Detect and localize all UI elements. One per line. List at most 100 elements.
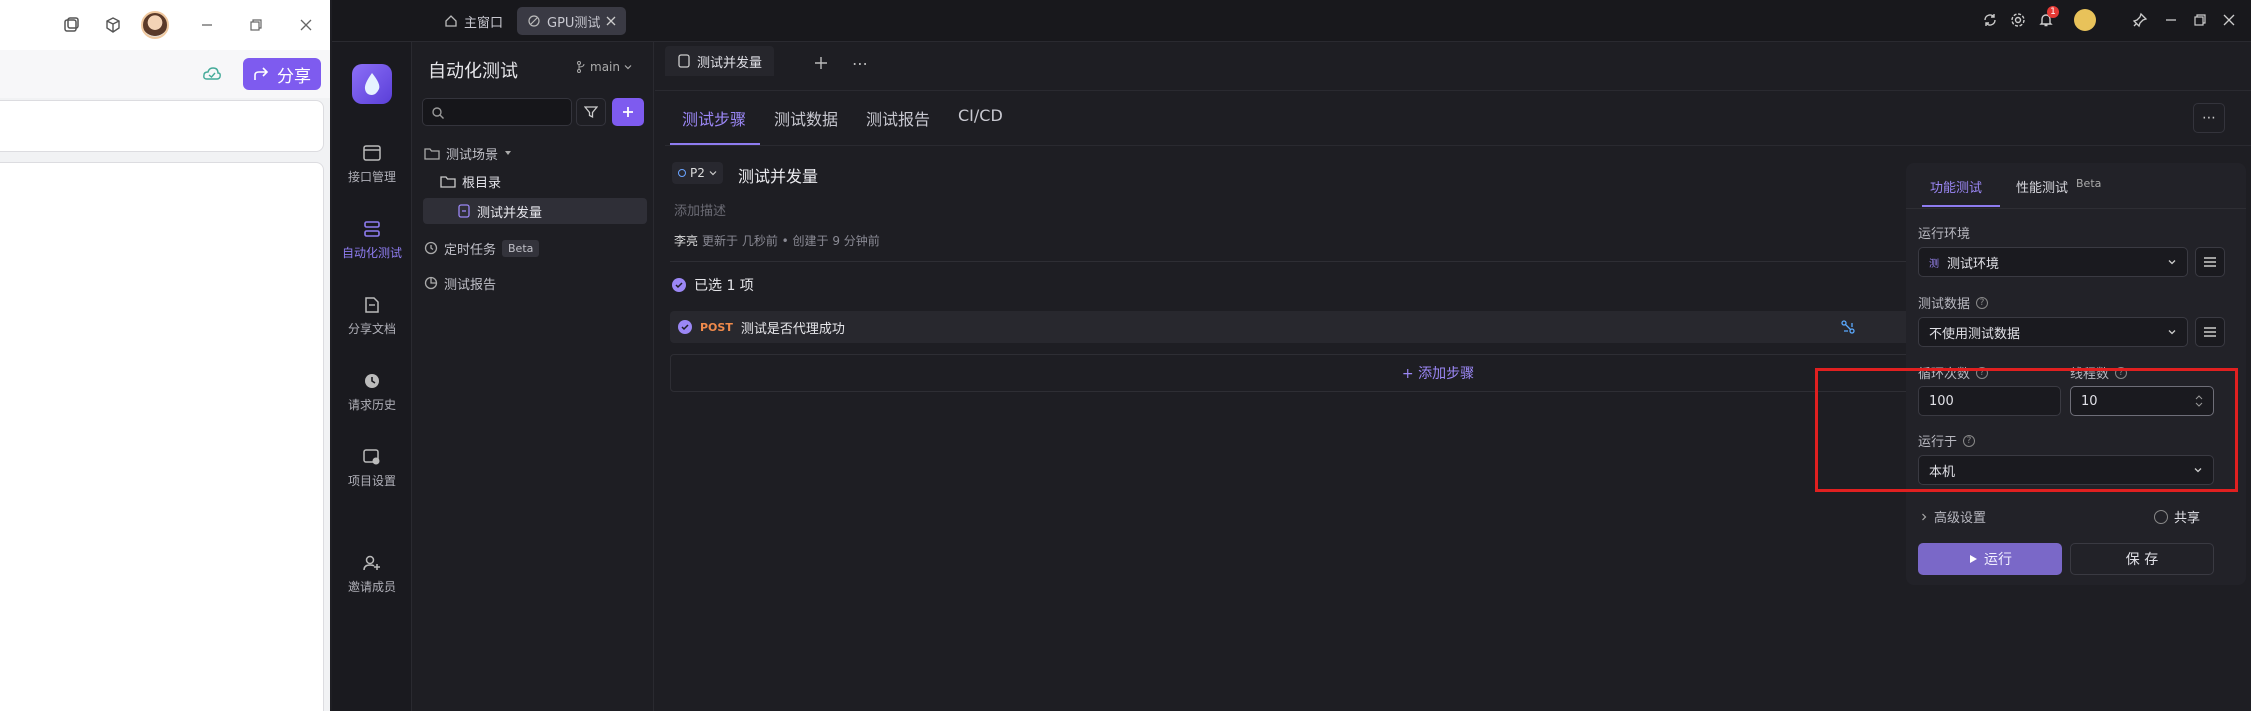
step-link-icon[interactable] xyxy=(1840,319,1856,335)
avatar[interactable] xyxy=(2074,9,2096,31)
search-input[interactable] xyxy=(422,98,572,126)
share-button[interactable]: 分享 xyxy=(243,58,321,90)
tree-panel: 自动化测试 main 测试场景 根目录 测试并发量 定时任务 Beta 测试报告 xyxy=(414,42,654,711)
env-label-text: 运行环境 xyxy=(1918,227,1971,242)
data-value: 不使用测试数据 xyxy=(1929,326,2021,342)
description-input[interactable]: 添加描述 xyxy=(674,200,726,219)
cloud-check-icon[interactable] xyxy=(199,61,225,87)
scenario-icon xyxy=(458,204,470,218)
clock-icon xyxy=(424,241,438,255)
automation-icon xyxy=(364,220,380,237)
filter-button[interactable] xyxy=(576,98,606,126)
radio-circle[interactable] xyxy=(2154,509,2168,524)
branch-label: main xyxy=(590,60,620,74)
sidebar-item-history[interactable]: 请求历史 xyxy=(332,360,412,424)
sidebar-item-automation[interactable]: 自动化测试 xyxy=(332,208,412,272)
tab-report[interactable]: 测试报告 xyxy=(866,106,930,130)
share-label: 分享 xyxy=(277,66,311,87)
pin-icon[interactable] xyxy=(2132,12,2148,28)
sidebar-nav: 接口管理 自动化测试 分享文档 请求历史 项目设置 邀请成员 xyxy=(332,42,412,711)
more-options-button[interactable]: ⋯ xyxy=(2193,103,2225,133)
check-icon[interactable] xyxy=(678,320,692,334)
env-menu-button[interactable] xyxy=(2195,247,2225,277)
close-icon[interactable] xyxy=(2222,13,2236,27)
tree-item-scenes[interactable]: 测试场景 xyxy=(424,140,644,166)
pie-chart-icon xyxy=(424,276,438,290)
env-select[interactable]: 测 测试环境 xyxy=(1918,247,2188,277)
branch-selector[interactable]: main xyxy=(576,60,632,74)
tab-data[interactable]: 测试数据 xyxy=(774,106,838,130)
http-method-badge: POST xyxy=(700,320,733,334)
gear-icon[interactable] xyxy=(2010,12,2026,28)
tree-item-label: 测试场景 xyxy=(446,147,499,163)
save-button[interactable]: 保 存 xyxy=(2070,543,2214,575)
tabs-icon[interactable] xyxy=(58,12,84,38)
tab-home[interactable]: 主窗口 xyxy=(434,7,513,35)
minimize-icon[interactable] xyxy=(2164,13,2178,27)
tab-home-label: 主窗口 xyxy=(464,15,504,31)
sidebar-item-label: 项目设置 xyxy=(347,473,396,488)
selected-count: 已选 1 项 xyxy=(694,278,754,294)
cube-icon[interactable] xyxy=(100,12,126,38)
beta-badge: Beta xyxy=(2076,177,2102,190)
scenario-name[interactable]: 测试并发量 xyxy=(738,163,818,187)
data-menu-button[interactable] xyxy=(2195,317,2225,347)
close-icon[interactable] xyxy=(606,16,616,26)
tab-steps[interactable]: 测试步骤 xyxy=(682,106,746,130)
tree-item-root[interactable]: 根目录 xyxy=(440,168,640,194)
browser-window: 分享 xyxy=(0,0,330,711)
restore-icon[interactable] xyxy=(2193,13,2207,27)
add-button[interactable] xyxy=(612,98,644,126)
sidebar-item-share-docs[interactable]: 分享文档 xyxy=(332,284,412,348)
plus-icon xyxy=(623,107,633,117)
doc-tab[interactable]: 测试并发量 xyxy=(665,46,775,76)
sidebar-item-label: 接口管理 xyxy=(347,169,396,184)
share-checkbox[interactable]: 共享 xyxy=(2154,507,2200,526)
tab-gpu-test[interactable]: GPU测试 xyxy=(517,7,627,35)
doc-icon xyxy=(365,296,379,313)
sidebar-item-api[interactable]: 接口管理 xyxy=(332,132,412,196)
tree-item-label: 测试报告 xyxy=(444,277,497,293)
data-select[interactable]: 不使用测试数据 xyxy=(1918,317,2188,347)
api-icon xyxy=(363,144,381,161)
chevron-down-icon xyxy=(624,65,632,70)
sidebar-item-label: 请求历史 xyxy=(347,397,396,412)
check-icon[interactable] xyxy=(672,278,686,292)
close-icon[interactable] xyxy=(293,12,319,38)
tree-item-label: 根目录 xyxy=(462,175,502,191)
tab-cicd[interactable]: CI/CD xyxy=(958,106,1003,125)
tree-title: 自动化测试 xyxy=(428,61,518,82)
env-badge: 测 xyxy=(1929,258,1939,270)
user-avatar[interactable] xyxy=(141,11,169,39)
chevron-down-icon xyxy=(2168,330,2176,335)
run-tabs-divider xyxy=(1906,208,2246,209)
advanced-settings-label: 高级设置 xyxy=(1934,511,1987,526)
sidebar-item-invite[interactable]: 邀请成员 xyxy=(332,542,412,606)
tree-item-reports[interactable]: 测试报告 xyxy=(424,270,644,296)
advanced-settings-toggle[interactable]: 高级设置 xyxy=(1920,507,1986,526)
add-user-icon xyxy=(363,555,380,570)
run-button[interactable]: 运行 xyxy=(1918,543,2062,575)
chevron-down-icon xyxy=(709,171,717,176)
settings-icon xyxy=(363,448,380,464)
minimize-icon[interactable] xyxy=(194,12,220,38)
priority-selector[interactable]: P2 xyxy=(672,162,723,184)
app-topbar: 主窗口 GPU测试 1 xyxy=(332,0,2251,42)
help-icon[interactable]: ? xyxy=(1976,296,1989,309)
data-label-text: 测试数据 xyxy=(1918,297,1971,312)
app-logo[interactable] xyxy=(352,64,392,104)
restore-icon[interactable] xyxy=(243,12,269,38)
tab-performance-test[interactable]: 性能测试 Beta xyxy=(2016,177,2101,196)
new-tab-icon[interactable] xyxy=(814,56,828,70)
sidebar-item-project-settings[interactable]: 项目设置 xyxy=(332,436,412,500)
browser-content xyxy=(0,162,324,711)
address-bar[interactable] xyxy=(0,100,324,152)
tab-functional-test[interactable]: 功能测试 xyxy=(1930,177,1982,196)
sidebar-item-label: 邀请成员 xyxy=(347,579,396,594)
env-label: 运行环境 xyxy=(1918,223,1970,242)
tree-item-current[interactable]: 测试并发量 xyxy=(423,198,647,224)
more-tabs-icon[interactable]: ⋯ xyxy=(852,54,868,73)
play-icon xyxy=(1970,555,1977,563)
tree-item-scheduled[interactable]: 定时任务 Beta xyxy=(424,235,644,261)
sync-icon[interactable] xyxy=(1982,12,1998,28)
